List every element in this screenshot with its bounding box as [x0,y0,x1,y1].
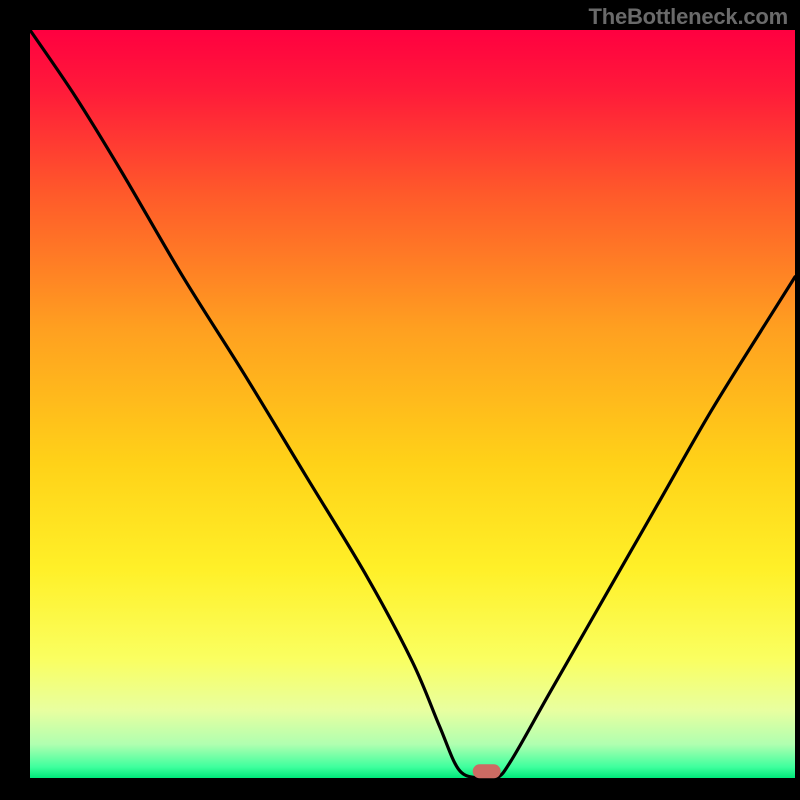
bottleneck-chart [0,0,800,800]
plot-background [30,30,795,778]
watermark-text: TheBottleneck.com [588,4,788,30]
minimum-marker [473,764,501,778]
chart-root: TheBottleneck.com [0,0,800,800]
